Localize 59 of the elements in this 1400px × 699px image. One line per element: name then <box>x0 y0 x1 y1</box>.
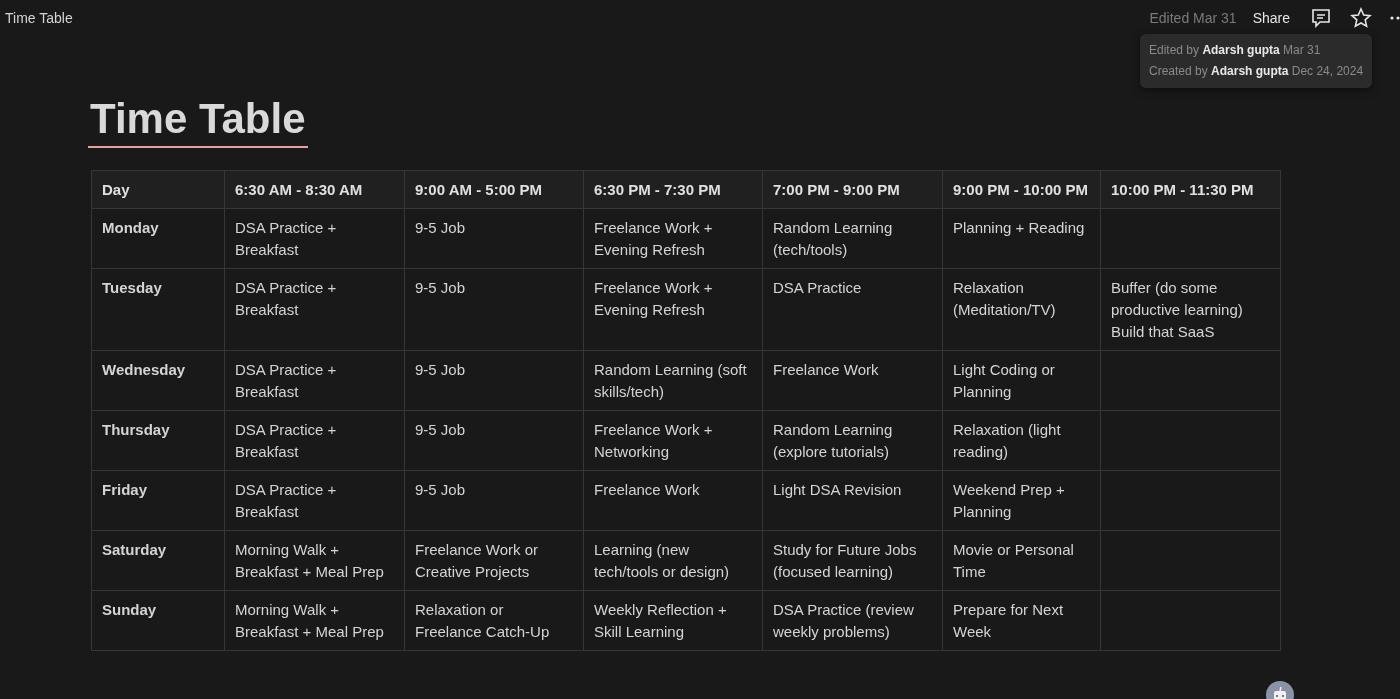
table-cell: Weekly Reflection + Skill Learning <box>583 590 763 651</box>
table-cell: Buffer (do some productive learning) Build that SaaS <box>1100 268 1281 351</box>
row-header: Sunday <box>91 590 225 651</box>
row-header: Tuesday <box>91 268 225 351</box>
row-header: Wednesday <box>91 350 225 411</box>
table-cell: Movie or Personal Time <box>942 530 1101 591</box>
table-cell: Light Coding or Planning <box>942 350 1101 411</box>
table-cell: Freelance Work + Evening Refresh <box>583 208 763 269</box>
breadcrumb[interactable]: Time Table <box>5 10 73 26</box>
table-cell: Weekend Prep + Planning <box>942 470 1101 531</box>
row-header: Saturday <box>91 530 225 591</box>
table-cell: Morning Walk + Breakfast + Meal Prep <box>224 530 405 591</box>
table-cell: Random Learning (explore tutorials) <box>762 410 943 471</box>
info-line: Edited by Adarsh gupta Mar 31 <box>1149 42 1322 59</box>
table-cell: Freelance Work or Creative Projects <box>404 530 584 591</box>
row-header: Monday <box>91 208 225 269</box>
column-header: 9:00 PM - 10:00 PM <box>942 170 1101 209</box>
star-icon[interactable] <box>1350 7 1372 29</box>
table-cell: DSA Practice + Breakfast <box>224 410 405 471</box>
table-cell: DSA Practice <box>762 268 943 351</box>
page-title: Time Table <box>88 92 308 148</box>
table-cell: DSA Practice (review weekly problems) <box>762 590 943 651</box>
table-cell: Freelance Work <box>762 350 943 411</box>
table-cell: Freelance Work <box>583 470 763 531</box>
more-icon[interactable] <box>1390 16 1400 20</box>
table-cell: DSA Practice + Breakfast <box>224 470 405 531</box>
table-cell: Light DSA Revision <box>762 470 943 531</box>
table-cell: Random Learning (soft skills/tech) <box>583 350 763 411</box>
share-button[interactable]: Share <box>1248 8 1294 28</box>
table-cell: 9-5 Job <box>404 208 584 269</box>
table-cell: Prepare for Next Week <box>942 590 1101 651</box>
edited-date: Edited Mar 31 <box>1149 10 1237 26</box>
table-cell: Study for Future Jobs (focused learning) <box>762 530 943 591</box>
table-cell: 9-5 Job <box>404 350 584 411</box>
table-cell: 9-5 Job <box>404 268 584 351</box>
table-cell: DSA Practice + Breakfast <box>224 268 405 351</box>
table-cell: Learning (new tech/tools or design) <box>583 530 763 591</box>
table-cell: Freelance Work + Evening Refresh <box>583 268 763 351</box>
row-header: Thursday <box>91 410 225 471</box>
column-header: 6:30 AM - 8:30 AM <box>224 170 405 209</box>
column-header: Day <box>91 170 225 209</box>
table-cell: DSA Practice + Breakfast <box>224 208 405 269</box>
column-header: 10:00 PM - 11:30 PM <box>1100 170 1281 209</box>
table-cell: Relaxation (Meditation/TV) <box>942 268 1101 351</box>
column-header: 7:00 PM - 9:00 PM <box>762 170 943 209</box>
table-cell: 9-5 Job <box>404 470 584 531</box>
table-cell: Freelance Work + Networking <box>583 410 763 471</box>
table-cell: 9-5 Job <box>404 410 584 471</box>
comment-icon[interactable] <box>1310 7 1332 29</box>
table-cell: Relaxation (light reading) <box>942 410 1101 471</box>
column-header: 9:00 AM - 5:00 PM <box>404 170 584 209</box>
table-cell: DSA Practice + Breakfast <box>224 350 405 411</box>
table-cell: Relaxation or Freelance Catch-Up <box>404 590 584 651</box>
table-cell: Random Learning (tech/tools) <box>762 208 943 269</box>
info-line: Created by Adarsh gupta Dec 24, 2024 <box>1149 63 1364 80</box>
table-cell: Planning + Reading <box>942 208 1101 269</box>
row-header: Friday <box>91 470 225 531</box>
table-cell: Morning Walk + Breakfast + Meal Prep <box>224 590 405 651</box>
column-header: 6:30 PM - 7:30 PM <box>583 170 763 209</box>
